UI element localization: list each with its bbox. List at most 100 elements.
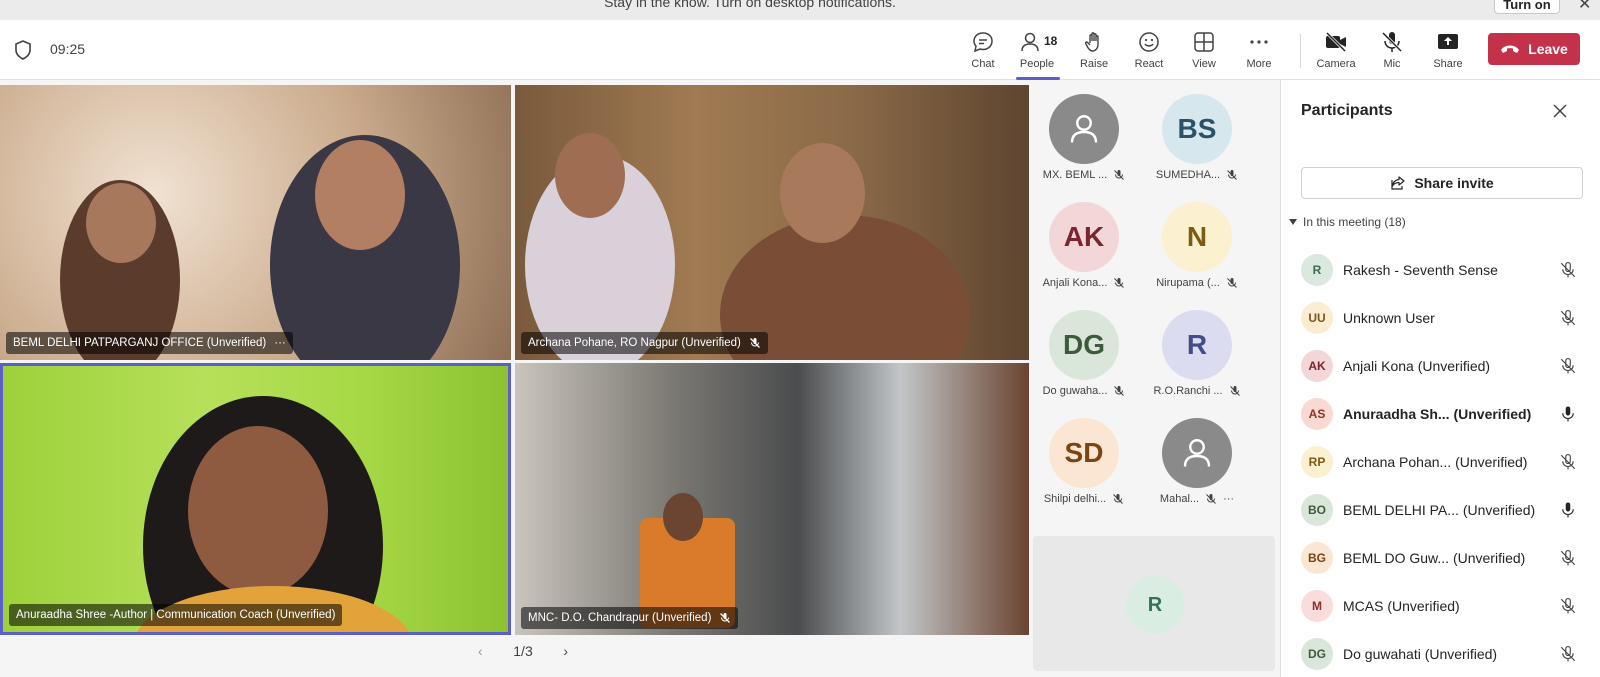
banner-text: Stay in the know. Turn on desktop notifi… <box>604 0 896 10</box>
caret-down-icon <box>1289 219 1297 225</box>
participant-video-person <box>780 143 865 243</box>
mic-button[interactable]: Mic <box>1367 28 1417 76</box>
mic-off-icon <box>1560 453 1576 470</box>
participant-tile[interactable]: R R.O.Ranchi ... <box>1142 296 1252 397</box>
in-meeting-section-toggle[interactable]: In this meeting (18) <box>1289 215 1406 229</box>
video-name-label: BEML DELHI PATPARGANJ OFFICE (Unverified… <box>13 337 267 349</box>
tile-name-label: Shilpi delhi... <box>1043 493 1107 505</box>
participant-tile[interactable]: BS SUMEDHA... <box>1142 80 1252 181</box>
gallery-pager: ‹ 1/3 › <box>478 643 568 659</box>
leave-button[interactable]: Leave <box>1488 33 1580 65</box>
participant-row[interactable]: BO BEML DELHI PA... (Unverified) <box>1301 486 1591 534</box>
raise-label: Raise <box>1079 58 1109 70</box>
avatar: M <box>1301 590 1333 622</box>
participant-row[interactable]: AK Anjali Kona (Unverified) <box>1301 342 1591 390</box>
people-count: 18 <box>1044 34 1058 48</box>
participant-video-person <box>663 493 703 541</box>
tile-name-label: R.O.Ranchi ... <box>1153 385 1223 397</box>
close-icon[interactable] <box>1551 102 1569 120</box>
share-screen-icon <box>1438 34 1458 49</box>
mic-on-icon <box>1562 406 1574 422</box>
more-options-icon[interactable]: ··· <box>1223 493 1234 505</box>
mic-off-icon <box>1381 31 1403 53</box>
share-invite-button[interactable]: Share invite <box>1301 167 1583 199</box>
participant-tile[interactable]: Mahal... ··· <box>1142 404 1252 505</box>
participant-name: Archana Pohan... (Unverified) <box>1343 454 1528 470</box>
mic-off-icon <box>1560 597 1576 614</box>
section-label: In this meeting (18) <box>1303 215 1406 229</box>
notification-banner: Stay in the know. Turn on desktop notifi… <box>0 0 1600 20</box>
video-tile-mnc-chandrapur[interactable]: MNC- D.O. Chandrapur (Unverified) <box>515 363 1029 635</box>
participant-tile[interactable]: DG Do guwaha... <box>1029 296 1139 397</box>
participant-row[interactable]: DG Do guwahati (Unverified) <box>1301 630 1591 677</box>
camera-label: Camera <box>1316 58 1356 70</box>
participant-name: Unknown User <box>1343 310 1435 326</box>
chat-button[interactable]: Chat <box>958 28 1008 76</box>
participant-row[interactable]: UU Unknown User <box>1301 294 1591 342</box>
raise-hand-button[interactable]: Raise <box>1069 28 1119 76</box>
person-icon <box>1183 439 1211 467</box>
participant-name: Anuraadha Sh... (Unverified) <box>1343 406 1532 422</box>
mic-on-icon <box>1562 502 1574 518</box>
participant-row[interactable]: AS Anuraadha Sh... (Unverified) <box>1301 390 1591 438</box>
video-tile-anuraadha-shree[interactable]: Anuraadha Shree -Author | Communication … <box>0 363 511 635</box>
video-name-label: Anuraadha Shree -Author | Communication … <box>16 609 336 621</box>
mic-off-icon <box>1114 170 1125 180</box>
meeting-toolbar: 09:25 Chat 18 People Raise React View Mo… <box>0 20 1600 80</box>
video-name-label: Archana Pohane, RO Nagpur (Unverified) <box>528 337 741 349</box>
participant-tile[interactable]: AK Anjali Kona... <box>1029 188 1139 289</box>
chevron-left-icon[interactable]: ‹ <box>478 643 483 659</box>
camera-off-icon <box>1325 31 1347 53</box>
share-button[interactable]: Share <box>1423 28 1473 76</box>
tile-name-label: MX. BEML ... <box>1042 169 1108 181</box>
more-button[interactable]: More <box>1234 28 1284 76</box>
avatar: AK <box>1301 350 1333 382</box>
shield-icon[interactable] <box>14 40 32 60</box>
react-button[interactable]: React <box>1124 28 1174 76</box>
tile-name-label: Mahal... <box>1159 493 1200 505</box>
participant-name: BEML DELHI PA... (Unverified) <box>1343 502 1536 518</box>
participants-panel: Participants Share invite In this meetin… <box>1280 80 1600 677</box>
avatar: R <box>1162 310 1232 380</box>
participant-video-person <box>555 133 625 218</box>
video-name-tag: Archana Pohane, RO Nagpur (Unverified) <box>521 332 768 354</box>
participant-row[interactable]: RP Archana Pohan... (Unverified) <box>1301 438 1591 486</box>
tile-name-row: Do guwaha... <box>1029 385 1139 397</box>
banner-close-icon[interactable]: ✕ <box>1578 0 1591 14</box>
tile-name-label: Anjali Kona... <box>1042 277 1108 289</box>
react-label: React <box>1134 58 1164 70</box>
tile-name-row: R.O.Ranchi ... <box>1142 385 1252 397</box>
view-button[interactable]: View <box>1179 28 1229 76</box>
avatar: AS <box>1301 398 1333 430</box>
people-icon <box>1021 32 1039 52</box>
camera-button[interactable]: Camera <box>1311 28 1361 76</box>
people-button[interactable]: 18 People <box>1012 28 1062 80</box>
more-options-icon[interactable]: ··· <box>274 337 286 349</box>
avatar: SD <box>1049 418 1119 488</box>
avatar: BG <box>1301 542 1333 574</box>
avatar: BO <box>1301 494 1333 526</box>
participant-row[interactable]: BG BEML DO Guw... (Unverified) <box>1301 534 1591 582</box>
participant-name: BEML DO Guw... (Unverified) <box>1343 550 1526 566</box>
hang-up-icon <box>1501 45 1520 53</box>
person-icon <box>1070 115 1098 143</box>
tile-name-label: Nirupama (... <box>1156 277 1220 289</box>
participant-row[interactable]: R Rakesh - Seventh Sense <box>1301 246 1591 294</box>
tile-name-row: Anjali Kona... <box>1029 277 1139 289</box>
mic-off-icon <box>1114 278 1125 288</box>
participant-tile[interactable]: N Nirupama (... <box>1142 188 1252 289</box>
participant-row[interactable]: M MCAS (Unverified) <box>1301 582 1591 630</box>
avatar: R <box>1301 254 1333 286</box>
video-name-tag: MNC- D.O. Chandrapur (Unverified) <box>521 607 739 629</box>
video-tile-beml-delhi[interactable]: BEML DELHI PATPARGANJ OFFICE (Unverified… <box>0 85 511 360</box>
turn-on-button[interactable]: Turn on <box>1494 0 1560 14</box>
participant-tile[interactable]: SD Shilpi delhi... <box>1029 404 1139 505</box>
tile-name-row: MX. BEML ... <box>1029 169 1139 181</box>
chevron-right-icon[interactable]: › <box>563 643 568 659</box>
participant-tile[interactable]: MX. BEML ... <box>1029 80 1139 181</box>
video-tile-archana-pohane[interactable]: Archana Pohane, RO Nagpur (Unverified) <box>515 85 1029 360</box>
participant-video-person <box>188 426 328 596</box>
audio-only-tile[interactable]: R <box>1033 536 1275 671</box>
avatar: UU <box>1301 302 1333 334</box>
mic-off-icon <box>1560 309 1576 326</box>
